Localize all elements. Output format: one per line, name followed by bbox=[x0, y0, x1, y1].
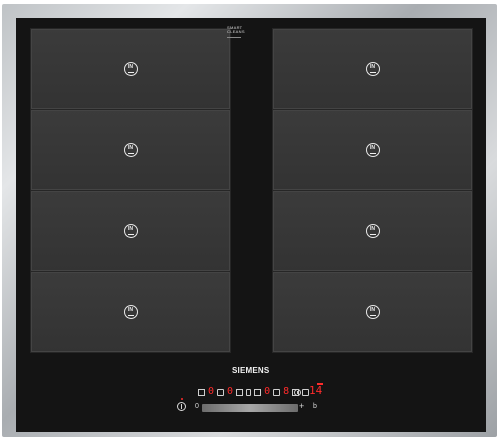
lock-icon[interactable] bbox=[246, 388, 252, 396]
timer-group bbox=[294, 386, 301, 398]
zone-display: 0 bbox=[264, 386, 271, 397]
induction-icon: IN bbox=[365, 224, 380, 238]
cooking-zone[interactable]: IN bbox=[272, 271, 473, 353]
zone-select-icon[interactable] bbox=[198, 388, 205, 396]
induction-icon: IN bbox=[365, 62, 380, 76]
feature-badge-text: SMART CLEANS bbox=[227, 25, 245, 34]
zone-display: 0 bbox=[208, 386, 215, 397]
zone-select-icon[interactable] bbox=[273, 388, 281, 396]
timer-display-wrap: 14 bbox=[309, 383, 323, 397]
cooking-zone[interactable]: IN bbox=[272, 109, 473, 191]
active-zone-display: 8 bbox=[283, 386, 290, 397]
induction-icon: IN bbox=[365, 143, 380, 157]
boost-button[interactable]: b bbox=[313, 403, 317, 410]
zone-select-icon[interactable] bbox=[254, 388, 262, 396]
zone-display: 0 bbox=[227, 386, 234, 397]
cooking-zone[interactable]: IN bbox=[30, 28, 231, 110]
timer-display: 14 bbox=[309, 383, 323, 397]
zone-select-icon[interactable] bbox=[217, 388, 225, 396]
cooking-zone[interactable]: IN bbox=[272, 190, 473, 272]
power-icon[interactable] bbox=[177, 402, 186, 411]
cooking-zone[interactable]: IN bbox=[30, 190, 231, 272]
induction-icon: IN bbox=[123, 143, 138, 157]
slider-min-label: 0 bbox=[195, 403, 199, 410]
induction-icon: IN bbox=[123, 62, 138, 76]
power-indicator bbox=[181, 398, 183, 400]
cooking-zone[interactable]: IN bbox=[272, 28, 473, 110]
induction-icon: IN bbox=[123, 305, 138, 319]
slider-max-label[interactable]: + bbox=[299, 401, 304, 411]
induction-icon: IN bbox=[365, 305, 380, 319]
zone-select-icon[interactable] bbox=[236, 388, 244, 396]
cooking-zone[interactable]: IN bbox=[30, 109, 231, 191]
cooking-zone[interactable]: IN bbox=[30, 271, 231, 353]
brand-logo: SIEMENS bbox=[232, 366, 270, 375]
induction-icon: IN bbox=[123, 224, 138, 238]
feature-badge-underline bbox=[227, 37, 241, 38]
feature-badge: SMART CLEANS bbox=[227, 26, 257, 38]
clock-icon[interactable] bbox=[294, 388, 301, 396]
power-level-slider[interactable] bbox=[202, 404, 298, 412]
